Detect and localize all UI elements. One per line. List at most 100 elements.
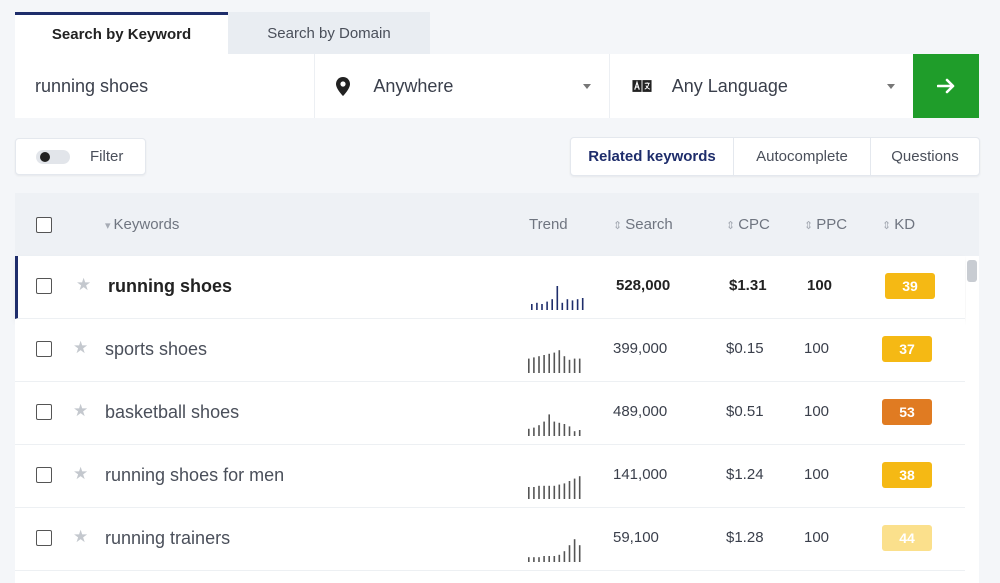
row-checkbox[interactable] <box>36 341 52 357</box>
trend-sparkline <box>528 414 581 436</box>
search-submit-button[interactable] <box>913 54 979 118</box>
filter-toggle-button[interactable]: Filter <box>15 138 146 175</box>
trend-bar <box>571 300 574 310</box>
column-search[interactable]: ⇕ Search <box>613 216 673 233</box>
search-volume-cell: 489,000 <box>613 403 668 420</box>
trend-bar <box>553 556 556 562</box>
trend-bar <box>543 556 545 562</box>
table-scrollbar[interactable] <box>966 256 979 583</box>
trend-bar <box>553 421 556 436</box>
trend-bar <box>573 478 576 499</box>
ppc-cell: 100 <box>804 403 830 420</box>
row-checkbox[interactable] <box>36 467 52 483</box>
keyword-cell: running shoes for men <box>105 465 285 485</box>
cpc-cell: $1.31 <box>729 277 767 294</box>
tab-autocomplete[interactable]: Autocomplete <box>733 138 870 175</box>
trend-bar <box>556 286 559 310</box>
trend-bar <box>573 431 576 436</box>
keyword-cell: running shoes <box>108 276 233 296</box>
arrow-right-icon <box>937 78 955 94</box>
star-icon[interactable]: ★ <box>73 464 88 484</box>
trend-bar <box>568 545 571 562</box>
trend-bar <box>533 427 535 436</box>
chevron-down-icon <box>582 84 591 89</box>
trend-bar <box>558 484 561 499</box>
tab-search-by-keyword[interactable]: Search by Keyword <box>15 12 228 54</box>
cpc-cell: $0.51 <box>726 403 764 420</box>
scrollbar-thumb[interactable] <box>967 260 977 282</box>
row-checkbox[interactable] <box>36 530 52 546</box>
sort-icon: ⇕ <box>882 220 892 232</box>
keyword-source-segments: Related keywords Autocomplete Questions <box>570 137 980 176</box>
trend-sparkline <box>528 476 581 499</box>
trend-bar <box>553 485 556 499</box>
trend-bar <box>543 485 545 499</box>
trend-sparkline <box>528 539 581 562</box>
trend-bar <box>548 353 550 373</box>
star-icon[interactable]: ★ <box>73 401 88 421</box>
trend-bar <box>578 358 581 373</box>
trend-bar <box>528 487 530 499</box>
table-row[interactable]: ★ basketball shoes 489,000 $0.51 100 53 <box>15 382 965 445</box>
tab-related-keywords[interactable]: Related keywords <box>571 138 733 175</box>
table-row[interactable]: ★ sports shoes 399,000 $0.15 100 37 <box>15 319 965 382</box>
trend-bar <box>566 299 569 310</box>
ppc-cell: 100 <box>804 340 830 357</box>
select-all-checkbox[interactable] <box>36 217 52 233</box>
tab-questions[interactable]: Questions <box>870 138 979 175</box>
trend-bar <box>543 421 545 436</box>
star-icon[interactable]: ★ <box>76 275 91 295</box>
cpc-cell: $1.24 <box>726 466 764 483</box>
table-row[interactable]: ★ running trainers 59,100 $1.28 100 44 <box>15 508 965 571</box>
trend-bar <box>561 302 564 310</box>
keyword-cell: running trainers <box>105 528 231 548</box>
trend-bar <box>578 476 581 499</box>
trend-bar <box>578 545 581 562</box>
search-volume-cell: 399,000 <box>613 340 668 357</box>
column-ppc[interactable]: ⇕ PPC <box>804 216 847 233</box>
kd-badge: 37 <box>882 336 932 362</box>
language-value: Any Language <box>671 75 788 96</box>
trend-bar <box>538 425 540 436</box>
kd-badge: 38 <box>882 462 932 488</box>
trend-bar <box>528 358 530 373</box>
keyword-input[interactable] <box>15 54 315 118</box>
translate-icon <box>632 79 652 93</box>
ppc-cell: 100 <box>804 529 830 546</box>
trend-bar <box>563 424 566 436</box>
trend-bar <box>563 483 566 499</box>
kd-badge: 44 <box>882 525 932 551</box>
trend-bar <box>538 356 540 373</box>
star-icon[interactable]: ★ <box>73 527 88 547</box>
trend-bar <box>568 481 571 499</box>
trend-bar <box>563 551 566 562</box>
trend-bar <box>563 356 566 373</box>
trend-bar <box>581 298 584 310</box>
trend-bar <box>548 414 550 436</box>
column-cpc[interactable]: ⇕ CPC <box>726 216 770 233</box>
column-keywords[interactable]: ▾ Keywords <box>105 216 179 233</box>
trend-bar <box>538 557 540 562</box>
row-checkbox[interactable] <box>36 278 52 294</box>
column-kd[interactable]: ⇕ KD <box>882 216 915 233</box>
keyword-cell: sports shoes <box>105 339 208 359</box>
trend-bar <box>558 422 561 436</box>
row-checkbox[interactable] <box>36 404 52 420</box>
chevron-down-icon <box>887 84 896 89</box>
trend-bar <box>533 487 535 499</box>
location-select[interactable]: Anywhere <box>314 54 609 118</box>
search-bar: Anywhere Any Language <box>15 54 979 118</box>
trend-bar <box>548 556 550 562</box>
column-trend: Trend <box>529 216 568 233</box>
trend-bar <box>533 357 535 373</box>
filter-switch[interactable] <box>36 149 70 164</box>
trend-bar <box>531 304 533 310</box>
trend-bar <box>538 485 540 499</box>
cpc-cell: $0.15 <box>726 340 764 357</box>
language-select[interactable]: Any Language <box>608 54 914 118</box>
tab-search-by-domain[interactable]: Search by Domain <box>228 12 430 54</box>
table-row[interactable]: ★ running shoes for men 141,000 $1.24 10… <box>15 445 965 508</box>
search-volume-cell: 141,000 <box>613 466 668 483</box>
table-row[interactable]: ★ running shoes 528,000 $1.31 100 39 <box>15 256 965 319</box>
star-icon[interactable]: ★ <box>73 338 88 358</box>
